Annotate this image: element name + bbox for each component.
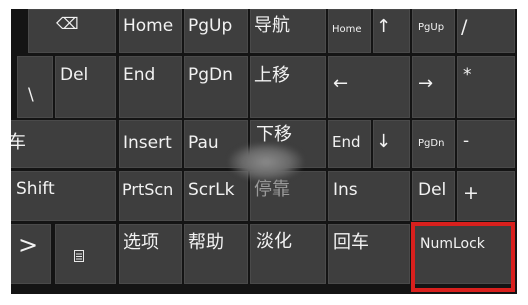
del-label: Del xyxy=(60,65,89,85)
insert-key[interactable]: Insert xyxy=(119,120,182,168)
home-label: Home xyxy=(123,16,174,36)
numlock-highlight-box xyxy=(411,222,515,292)
end-label: End xyxy=(123,65,156,85)
nav-key[interactable]: 导航 xyxy=(250,9,326,53)
fade-label: 淡化 xyxy=(256,231,292,252)
help-label: 帮助 xyxy=(188,232,224,253)
up-arrow-icon: ↑ xyxy=(376,16,392,37)
move-up-key[interactable]: 上移 xyxy=(250,56,326,118)
options-label: 选项 xyxy=(123,232,159,253)
num-del-key[interactable]: Del xyxy=(412,171,455,221)
num-pgup-label: PgUp xyxy=(418,22,445,33)
backslash-key[interactable]: \ xyxy=(17,56,53,118)
help-key[interactable]: 帮助 xyxy=(184,224,248,284)
insert-label: Insert xyxy=(123,133,172,153)
ins-label: Ins xyxy=(333,180,358,200)
pause-label: Pau xyxy=(188,133,219,153)
num-star-key[interactable]: * xyxy=(457,56,515,118)
pgup-key[interactable]: PgUp xyxy=(184,9,248,53)
num-down-key[interactable]: ↓ xyxy=(373,120,410,168)
num-up-key[interactable]: ↑ xyxy=(373,9,410,53)
left-arrow-icon: ← xyxy=(333,73,349,94)
menu-icon xyxy=(74,249,84,262)
home-key[interactable]: Home xyxy=(119,9,182,53)
num-slash-key[interactable]: / xyxy=(457,9,515,53)
pgdn-label: PgDn xyxy=(188,65,233,85)
dock-label: 停靠 xyxy=(254,179,290,200)
num-home-key[interactable]: Home xyxy=(328,9,371,53)
enter-partial-label: 车 xyxy=(11,132,26,153)
move-down-label: 下移 xyxy=(256,124,292,145)
num-left-key[interactable]: ← xyxy=(328,56,410,118)
nav-label: 导航 xyxy=(254,15,290,36)
num-plus-key[interactable]: + xyxy=(457,171,515,221)
prtscn-key[interactable]: PrtScn xyxy=(119,171,182,221)
ins-key[interactable]: Ins xyxy=(328,171,410,221)
scrlk-label: ScrLk xyxy=(188,180,235,200)
num-del-label: Del xyxy=(418,180,447,200)
end-key[interactable]: End xyxy=(119,56,182,118)
num-end-key[interactable]: End xyxy=(328,120,371,168)
num-pgdn-label: PgDn xyxy=(418,138,445,149)
star-label: * xyxy=(463,65,472,85)
blur-overlay xyxy=(229,143,303,181)
enter-key-partial[interactable]: 车 xyxy=(11,120,116,168)
pgdn-key[interactable]: PgDn xyxy=(184,56,248,118)
enter-key[interactable]: 回车 xyxy=(328,224,410,284)
num-pgdn-key[interactable]: PgDn xyxy=(412,120,455,168)
right-chevron-icon: > xyxy=(18,231,39,259)
backslash-label: \ xyxy=(28,85,34,105)
backspace-icon: ⌫ xyxy=(56,14,79,33)
menu-key[interactable] xyxy=(55,224,116,284)
plus-label: + xyxy=(463,182,479,204)
num-end-label: End xyxy=(332,133,361,151)
num-minus-key[interactable]: - xyxy=(457,120,515,168)
options-key[interactable]: 选项 xyxy=(119,224,182,284)
minus-label: - xyxy=(463,131,470,151)
move-up-label: 上移 xyxy=(254,65,290,86)
slash-label: / xyxy=(461,16,468,38)
backspace-key[interactable]: ⌫ xyxy=(28,9,116,53)
del-key[interactable]: Del xyxy=(55,56,116,118)
shift-label: Shift xyxy=(16,179,55,199)
fade-key[interactable]: 淡化 xyxy=(250,224,326,284)
right-chevron-key[interactable]: > xyxy=(11,224,51,284)
pgup-label: PgUp xyxy=(188,16,233,36)
right-arrow-icon: → xyxy=(418,73,434,94)
num-pgup-key[interactable]: PgUp xyxy=(412,9,455,53)
prtscn-label: PrtScn xyxy=(122,180,174,199)
on-screen-keyboard: ⌫ Home PgUp 导航 Home ↑ PgUp / \ Del End P… xyxy=(11,9,517,294)
num-home-label: Home xyxy=(332,24,362,35)
down-arrow-icon: ↓ xyxy=(376,131,392,152)
num-right-key[interactable]: → xyxy=(412,56,455,118)
shift-key[interactable]: Shift xyxy=(11,171,116,221)
enter-label: 回车 xyxy=(333,232,369,253)
